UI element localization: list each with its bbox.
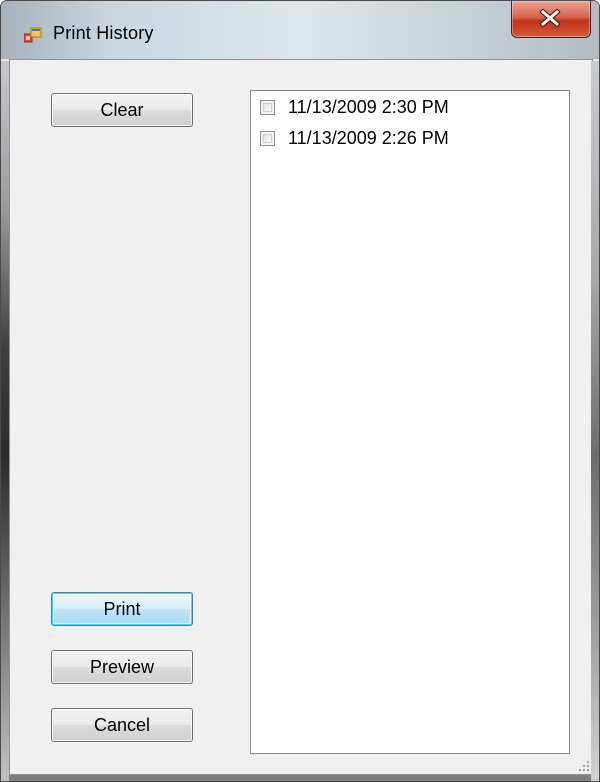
print-history-window: Print History Clear Print Preview Cancel… [0,0,600,782]
print-button[interactable]: Print [51,592,193,626]
resize-grip-icon[interactable] [576,758,590,772]
cancel-button[interactable]: Cancel [51,708,193,742]
window-title: Print History [53,23,154,43]
print-history-listbox[interactable]: 11/13/2009 2:30 PM 11/13/2009 2:26 PM [250,90,570,754]
close-icon [539,9,561,27]
preview-button[interactable]: Preview [51,650,193,684]
list-item[interactable]: 11/13/2009 2:26 PM [260,125,449,151]
title-bar[interactable]: Print History [1,1,599,59]
clear-button[interactable]: Clear [51,93,193,127]
list-item[interactable]: 11/13/2009 2:30 PM [260,94,449,120]
item-checkbox[interactable] [260,99,275,115]
list-item-label: 11/13/2009 2:30 PM [288,96,449,117]
dialog-client-area: Clear Print Preview Cancel 11/13/2009 2:… [9,59,593,775]
list-item-label: 11/13/2009 2:26 PM [288,127,449,148]
item-checkbox[interactable] [260,130,275,146]
close-button[interactable] [511,1,591,38]
app-window-icon [23,27,42,45]
